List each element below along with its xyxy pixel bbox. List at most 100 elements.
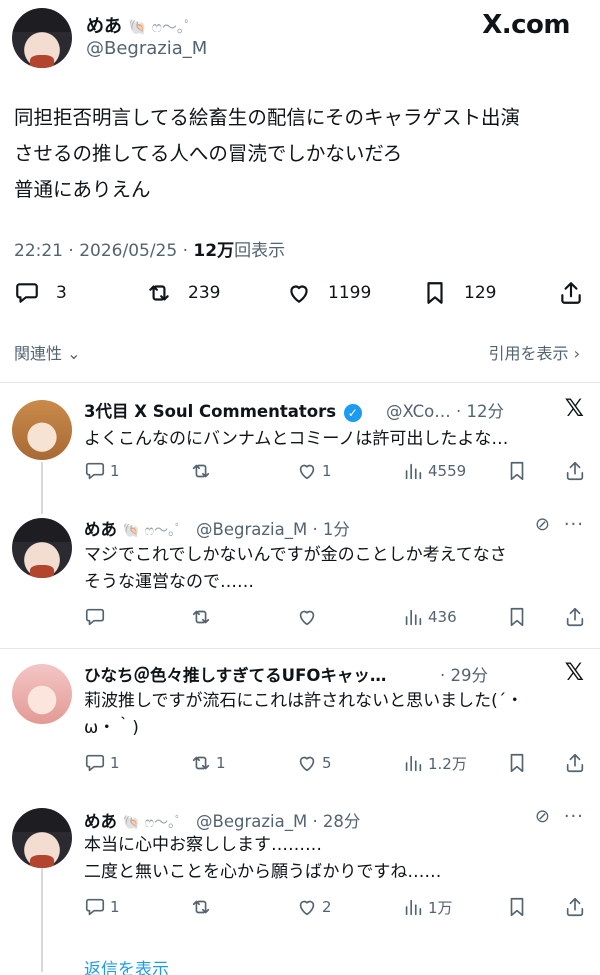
repost-icon	[192, 464, 210, 478]
repost-count: 239	[188, 283, 221, 303]
chevron-down-icon: ⌄	[67, 344, 81, 363]
like-button[interactable]: 5	[296, 752, 332, 774]
heart-icon	[290, 285, 308, 303]
analytics-icon	[405, 463, 422, 480]
share-button[interactable]	[564, 606, 590, 628]
x-logo-icon: 𝕏	[564, 394, 584, 422]
reply-author-name[interactable]: めあ 🐚 ෆ︎～｡ﾟ	[84, 808, 182, 832]
reply-icon	[16, 283, 38, 303]
repost-button[interactable]: 239	[146, 280, 220, 306]
views-button[interactable]: 1.2万	[402, 752, 467, 774]
like-button[interactable]	[296, 606, 322, 628]
repost-button[interactable]	[190, 460, 216, 482]
repost-icon	[192, 900, 210, 914]
analytics-icon	[405, 609, 422, 626]
bookmark-icon	[510, 753, 524, 773]
mute-icon[interactable]: ⊘	[535, 514, 550, 535]
views-button[interactable]: 4559	[402, 460, 466, 482]
x-logo-icon: 𝕏	[564, 658, 584, 686]
share-icon	[566, 607, 584, 627]
bookmark-button[interactable]	[506, 606, 532, 628]
mute-icon[interactable]: ⊘	[535, 806, 550, 827]
x-brand-logo: X.com	[482, 10, 570, 40]
main-post: めあ 🐚 ෆ︎～｡ﾟ @Begrazia_M X.com 同担拒否明言してる絵畜…	[0, 0, 600, 380]
reply-author-name[interactable]: ひなち＠色々推しすぎてるUFOキャッ…	[84, 662, 386, 686]
post-timestamp[interactable]: 22:21 · 2026/05/25 ·	[14, 241, 193, 261]
name-decoration: 🐚 ෆ︎～｡ﾟ	[122, 523, 183, 539]
bookmark-button[interactable]	[506, 752, 532, 774]
share-button[interactable]	[564, 460, 590, 482]
share-icon	[566, 461, 584, 481]
post-meta: 22:21 · 2026/05/25 · 12万回表示	[14, 236, 285, 261]
reply-button[interactable]	[84, 606, 110, 628]
reply-timestamp[interactable]: · 29分	[440, 662, 488, 686]
avatar[interactable]	[12, 808, 72, 868]
avatar[interactable]	[12, 664, 72, 724]
thread-line	[41, 862, 43, 972]
reply-icon	[85, 608, 105, 626]
repost-button[interactable]	[190, 896, 216, 918]
heart-icon	[299, 610, 315, 626]
reply-icon	[85, 462, 105, 480]
bookmark-count: 129	[464, 283, 497, 303]
bookmark-button[interactable]: 129	[422, 280, 496, 306]
repost-icon	[192, 756, 210, 770]
reply-count: 3	[56, 283, 67, 303]
divider	[0, 382, 600, 383]
share-icon	[566, 897, 584, 917]
heart-icon	[299, 756, 315, 772]
share-button[interactable]	[564, 752, 590, 774]
repost-icon	[192, 610, 210, 624]
share-icon	[561, 282, 581, 304]
avatar[interactable]	[12, 518, 72, 578]
analytics-icon	[405, 899, 422, 916]
name-decoration: 🐚 ෆ︎～｡ﾟ	[128, 18, 192, 36]
reply-button[interactable]: 3	[14, 280, 67, 306]
show-replies-link[interactable]: 返信を表示	[84, 955, 169, 975]
view-label: 回表示	[234, 241, 286, 261]
view-quotes-link[interactable]: 引用を表示 ›	[488, 340, 580, 364]
views-button[interactable]: 1万	[402, 896, 453, 918]
bookmark-button[interactable]	[506, 896, 532, 918]
reply-author-name[interactable]: 3代目 X Soul Commentators ✓	[84, 398, 364, 422]
more-options-icon[interactable]: ···	[564, 806, 584, 827]
author-handle[interactable]: @Begrazia_M	[86, 38, 207, 59]
share-button[interactable]	[564, 896, 590, 918]
reply-text: 莉波推しですが流石にこれは許されないと思いました(´・ ω・｀)	[84, 691, 524, 738]
views-button[interactable]: 436	[402, 606, 457, 628]
reply-author-handle[interactable]: @XCo… · 12分	[386, 398, 504, 422]
reply-author-handle[interactable]: @Begrazia_M · 28分	[196, 808, 360, 832]
reply-author-handle[interactable]: @Begrazia_M · 1分	[196, 516, 350, 540]
reply-author-name[interactable]: めあ 🐚 ෆ︎～｡ﾟ	[84, 516, 182, 540]
like-button[interactable]: 2	[296, 896, 332, 918]
like-count: 1199	[328, 283, 372, 303]
avatar[interactable]	[12, 400, 72, 460]
more-options-icon[interactable]: ···	[564, 514, 584, 535]
post-text: 同担拒否明言してる絵畜生の配信にそのキャラゲスト出演 させるの推してる人への冒涜…	[14, 106, 521, 201]
reply-button[interactable]: 1	[84, 896, 120, 918]
divider	[0, 648, 600, 649]
name-decoration: 🐚 ෆ︎～｡ﾟ	[122, 815, 183, 831]
repost-button[interactable]: 1	[190, 752, 226, 774]
bookmark-icon	[510, 607, 524, 627]
heart-icon	[299, 464, 315, 480]
author-avatar[interactable]	[12, 8, 72, 68]
view-count: 12万	[193, 241, 235, 261]
bookmark-icon	[427, 282, 443, 304]
share-button[interactable]	[558, 280, 600, 306]
bookmark-button[interactable]	[506, 460, 532, 482]
heart-icon	[299, 900, 315, 916]
reply-text: マジでこれでしかないんですが金のことしか考えてなさ そうな運営なので……	[84, 545, 507, 592]
reply-text: 本当に心中お察しします……… 二度と無いことを心から願うばかりですね……	[84, 835, 442, 882]
like-button[interactable]: 1	[296, 460, 332, 482]
sort-dropdown[interactable]: 関連性 ⌄	[14, 340, 81, 364]
author-name[interactable]: めあ 🐚 ෆ︎～｡ﾟ	[86, 12, 192, 38]
bookmark-icon	[510, 461, 524, 481]
reply-text: よくこんなのにバンナムとコミーノは許可出したよな…	[84, 429, 509, 449]
like-button[interactable]: 1199	[286, 280, 371, 306]
reply-button[interactable]: 1	[84, 460, 120, 482]
repost-button[interactable]	[190, 606, 216, 628]
repost-icon	[149, 285, 169, 301]
thread-line	[41, 462, 43, 514]
reply-button[interactable]: 1	[84, 752, 120, 774]
